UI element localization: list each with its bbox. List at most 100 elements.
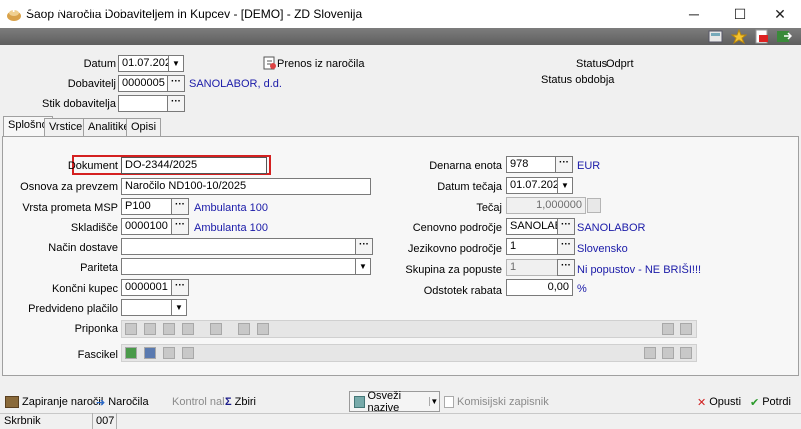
koncni-lookup-button[interactable]: ··· <box>171 279 189 296</box>
skupina-lookup-button[interactable]: ··· <box>557 259 575 276</box>
preview-icon[interactable] <box>662 323 674 335</box>
datum-label: Datum <box>83 58 116 70</box>
prenos-link[interactable]: Prenos iz naročila <box>277 58 364 70</box>
paste-icon[interactable] <box>662 347 674 359</box>
jezikovno-field[interactable]: 1 <box>506 238 558 255</box>
jezikovno-name: Slovensko <box>577 243 628 255</box>
document-icon <box>444 396 454 408</box>
vrsta-lookup-button[interactable]: ··· <box>171 198 189 215</box>
stik-label: Stik dobavitelja <box>42 98 116 110</box>
status-obdobja-label: Status obdobja <box>541 74 615 86</box>
attach-icon[interactable] <box>182 323 194 335</box>
status-code: 007 <box>96 415 115 427</box>
cenovno-lookup-button[interactable]: ··· <box>557 218 575 235</box>
denarna-label: Denarna enota <box>429 160 502 172</box>
kontrol-button: Kontrol nal. <box>172 396 228 408</box>
status-value: Odprt <box>606 58 634 70</box>
open-icon[interactable] <box>210 323 222 335</box>
archive-icon[interactable] <box>163 347 175 359</box>
new-file-icon[interactable] <box>125 323 137 335</box>
chevron-down-icon[interactable]: ▼ <box>171 300 186 315</box>
odstotek-field[interactable]: 0,00 <box>506 279 573 296</box>
chevron-down-icon[interactable]: ▼ <box>557 178 572 193</box>
pariteta-label: Pariteta <box>80 262 118 274</box>
osvezi-button[interactable]: Osveži nazive ▼ <box>349 390 440 414</box>
tab-opisi[interactable]: Opisi <box>126 118 162 136</box>
dobavitelj-label: Dobavitelj <box>67 78 116 90</box>
dobavitelj-name: SANOLABOR, d.d. <box>189 78 282 90</box>
close-orders-icon <box>5 396 19 408</box>
jezikovno-lookup-button[interactable]: ··· <box>557 238 575 255</box>
sigma-icon: Σ <box>225 396 232 408</box>
download-icon[interactable] <box>125 347 137 359</box>
zapiranje-button[interactable]: Zapiranje naročil <box>5 393 103 411</box>
zbiri-button[interactable]: Σ Zbiri <box>225 393 256 411</box>
folder-icon[interactable] <box>182 347 194 359</box>
denarna-field[interactable]: 978 <box>506 156 556 173</box>
placilo-label: Predvideno plačilo <box>28 303 118 315</box>
pariteta-field[interactable]: ▼ <box>121 258 371 275</box>
stik-field[interactable] <box>118 95 168 112</box>
dokument-label: Dokument <box>67 160 118 172</box>
skladisce-label: Skladišče <box>70 222 118 234</box>
datum-field[interactable]: 01.07.2025 ▼ <box>118 55 184 72</box>
skladisce-name: Ambulanta 100 <box>194 222 268 234</box>
document-header <box>0 28 801 45</box>
opusti-button[interactable]: ✕ Opusti <box>697 393 741 411</box>
jezikovno-label: Jezikovno področje <box>407 243 502 255</box>
nacin-label: Način dostave <box>48 242 118 254</box>
osnova-label: Osnova za prevzem <box>20 181 118 193</box>
delete-icon[interactable] <box>257 323 269 335</box>
dobavitelj-lookup-button[interactable]: ··· <box>167 75 185 92</box>
dobavitelj-field[interactable]: 0000005 <box>118 75 168 92</box>
edit-file-icon[interactable] <box>144 323 156 335</box>
priponka-toolbar <box>121 320 697 338</box>
copy-icon[interactable] <box>644 347 656 359</box>
nacin-field[interactable] <box>121 238 356 255</box>
dokument-field[interactable]: DO-2344/2025 <box>121 157 267 174</box>
mail-icon[interactable] <box>144 347 156 359</box>
minimize-button[interactable]: ─ <box>671 0 717 28</box>
scan-icon[interactable] <box>163 323 175 335</box>
star-icon[interactable] <box>730 28 748 45</box>
placilo-field[interactable]: ▼ <box>121 299 187 316</box>
cenovno-field[interactable]: SANOLABOR <box>506 218 558 235</box>
chevron-down-icon[interactable]: ▼ <box>168 56 183 71</box>
tab-vrstice[interactable]: Vrstice <box>44 118 88 136</box>
nacin-lookup-button[interactable]: ··· <box>355 238 373 255</box>
vrsta-name: Ambulanta 100 <box>194 202 268 214</box>
tecaj-field: 1,000000 <box>506 197 586 214</box>
x-icon: ✕ <box>697 396 707 409</box>
document-title: Prevzem 2025/ND100-6 <box>4 1 135 15</box>
vrsta-field[interactable]: P100 <box>121 198 173 215</box>
koncni-field[interactable]: 0000001 <box>121 279 173 296</box>
narocila-button[interactable]: ➔ Naročila <box>96 393 149 411</box>
export-icon[interactable] <box>776 29 793 44</box>
odstotek-label: Odstotek rabata <box>423 285 502 297</box>
close-button[interactable]: ✕ <box>757 0 801 28</box>
pdf-icon[interactable] <box>754 29 770 44</box>
denarna-lookup-button[interactable]: ··· <box>555 156 573 173</box>
koncni-label: Končni kupec <box>51 283 118 295</box>
denarna-name: EUR <box>577 160 601 172</box>
fascikel-toolbar <box>121 344 697 362</box>
fascikel-label: Fascikel <box>77 349 118 361</box>
print-icon[interactable] <box>238 323 250 335</box>
stik-lookup-button[interactable]: ··· <box>167 95 185 112</box>
priponka-label: Priponka <box>74 323 118 335</box>
tecaj-label: Tečaj <box>476 202 502 214</box>
chevron-down-icon[interactable]: ▼ <box>355 259 370 274</box>
refresh-icon[interactable] <box>680 347 692 359</box>
copy-icon[interactable] <box>680 323 692 335</box>
datum-tecaja-field[interactable]: 01.07.2025 ▼ <box>506 177 573 194</box>
potrdi-button[interactable]: ✔ Potrdi <box>750 393 791 411</box>
transfer-icon[interactable] <box>263 56 277 70</box>
calculator-icon[interactable] <box>708 29 724 44</box>
arrow-right-icon: ➔ <box>96 396 106 409</box>
chevron-down-icon[interactable]: ▼ <box>428 397 439 406</box>
skladisce-lookup-button[interactable]: ··· <box>171 218 189 235</box>
calculator-icon <box>587 198 601 213</box>
status-skrbnik: Skrbnik <box>4 415 41 427</box>
osnova-field[interactable]: Naročilo ND100-10/2025 <box>121 178 371 195</box>
skladisce-field[interactable]: 0000100 <box>121 218 173 235</box>
